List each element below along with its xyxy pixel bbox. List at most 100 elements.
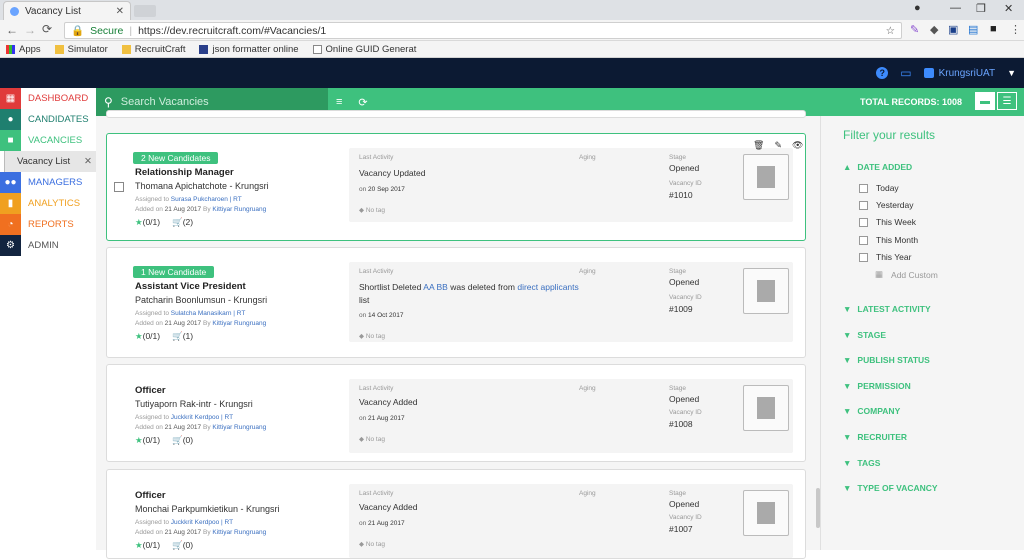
- forward-icon[interactable]: →: [24, 23, 36, 37]
- page-icon: [312, 44, 322, 54]
- nav-reports[interactable]: ◔ REPORTS: [0, 214, 96, 235]
- nav-managers[interactable]: ●● MANAGERS: [0, 172, 96, 193]
- vacancy-title[interactable]: Assistant Vice President: [135, 281, 246, 292]
- creator-link[interactable]: Kittiyar Rungruang: [212, 529, 266, 536]
- star-stat[interactable]: ★(0/1): [135, 540, 160, 551]
- vacancy-title[interactable]: Officer: [135, 490, 166, 501]
- extension-dark-icon[interactable]: ■: [990, 23, 997, 35]
- vacancy-title[interactable]: Officer: [135, 385, 166, 396]
- filter-section[interactable]: ▼ TAGS: [843, 458, 880, 468]
- url-field[interactable]: 🔒 Secure | https://dev.recruitcraft.com/…: [64, 22, 902, 39]
- star-stat[interactable]: ★(0/1): [135, 217, 160, 228]
- vacancy-card[interactable]: 1 New Candidate Assistant Vice President…: [106, 247, 806, 358]
- maximize-icon[interactable]: ❐: [976, 2, 986, 15]
- filter-section[interactable]: ▼ LATEST ACTIVITY: [843, 304, 931, 314]
- stage-label: Stage: [669, 490, 686, 497]
- filter-option[interactable]: This Week: [859, 217, 916, 227]
- chat-icon[interactable]: ▭: [900, 66, 911, 80]
- cart-stat[interactable]: 🛒(0): [172, 540, 193, 551]
- new-tab-button[interactable]: [134, 5, 156, 17]
- filter-date-added[interactable]: ▲ DATE ADDED: [843, 162, 912, 172]
- bookmark-json-formatter[interactable]: json formatter online: [199, 44, 299, 55]
- creator-link[interactable]: Kittiyar Rungruang: [212, 206, 266, 213]
- bookmark-recruitcraft[interactable]: RecruitCraft: [121, 44, 185, 55]
- star-stat[interactable]: ★(0/1): [135, 331, 160, 342]
- vacancy-card[interactable]: Officer Tutiyaporn Rak-intr - Krungsri A…: [106, 364, 806, 462]
- filter-option[interactable]: Today: [859, 183, 899, 193]
- nav-vacancy-list[interactable]: Vacancy List ✕: [4, 151, 96, 172]
- filter-section[interactable]: ▼ COMPANY: [843, 406, 900, 416]
- filter-section[interactable]: ▼ STAGE: [843, 330, 886, 340]
- select-checkbox[interactable]: [114, 182, 124, 192]
- nav-dashboard[interactable]: ▦ DASHBOARD: [0, 88, 96, 109]
- bookmark-label: Online GUID Generat: [325, 43, 417, 55]
- tag-icon: ◆: [359, 333, 364, 340]
- creator-link[interactable]: Kittiyar Rungruang: [212, 320, 266, 327]
- add-custom[interactable]: ▦ Add Custom: [875, 269, 938, 280]
- card-view-icon[interactable]: ▬: [975, 92, 995, 110]
- view-eye-icon[interactable]: 👁: [792, 140, 803, 151]
- bookmark-star-icon[interactable]: ☆: [886, 25, 895, 37]
- vacancy-card[interactable]: 2 New Candidates Relationship Manager Th…: [106, 133, 806, 241]
- extension-shield-icon[interactable]: ◆: [930, 23, 938, 36]
- cart-stat[interactable]: 🛒(0): [172, 435, 193, 446]
- tag-line[interactable]: ◆ No tag: [359, 540, 385, 548]
- close-icon[interactable]: ✕: [84, 156, 92, 167]
- bookmark-apps[interactable]: Apps: [6, 44, 41, 55]
- trash-icon[interactable]: 🗑: [753, 140, 764, 151]
- vacancy-title[interactable]: Relationship Manager: [135, 167, 234, 178]
- help-icon[interactable]: ?: [876, 67, 889, 79]
- assignee-link[interactable]: Surasa Pukcharoen | RT: [171, 196, 242, 203]
- extension-box-icon[interactable]: ▤: [968, 23, 978, 36]
- checkbox[interactable]: [859, 200, 868, 210]
- browser-tab[interactable]: Vacancy List ✕: [3, 1, 131, 20]
- edit-icon[interactable]: ✎: [774, 140, 782, 151]
- checkbox[interactable]: [859, 235, 868, 245]
- close-window-icon[interactable]: ✕: [1004, 2, 1013, 15]
- bookmark-guid[interactable]: Online GUID Generat: [312, 43, 417, 55]
- filter-option[interactable]: Yesterday: [859, 200, 914, 210]
- list-view-icon[interactable]: ☰: [997, 92, 1017, 110]
- cart-stat[interactable]: 🛒(1): [172, 331, 193, 342]
- minimize-icon[interactable]: —: [950, 2, 961, 14]
- tag-line[interactable]: ◆ No tag: [359, 435, 385, 443]
- assignee-link[interactable]: Juckkrit Kerdpoo | RT: [171, 519, 233, 526]
- filter-section[interactable]: ▼ RECRUITER: [843, 432, 907, 442]
- filter-section[interactable]: ▼ PUBLISH STATUS: [843, 355, 930, 365]
- checkbox[interactable]: [859, 217, 868, 227]
- nav-admin[interactable]: ⚙ ADMIN: [0, 235, 96, 256]
- assignee-link[interactable]: Sulatcha Manasikarn | RT: [171, 310, 246, 317]
- candidate-link[interactable]: AA BB: [423, 282, 448, 292]
- user-menu[interactable]: KrungsriUAT: [923, 68, 995, 79]
- chevron-down-icon: ▼: [843, 406, 852, 416]
- extension-pen-icon[interactable]: ✎: [910, 23, 919, 36]
- back-icon[interactable]: ←: [6, 23, 18, 37]
- nav-label: ANALYTICS: [28, 198, 81, 209]
- star-stat[interactable]: ★(0/1): [135, 435, 160, 446]
- refresh-icon[interactable]: ⟳: [358, 96, 367, 109]
- filter-option[interactable]: This Month: [859, 235, 918, 245]
- close-tab-icon[interactable]: ✕: [116, 6, 124, 17]
- filter-option[interactable]: This Year: [859, 252, 911, 262]
- sort-icon[interactable]: ≡: [336, 96, 342, 108]
- vacancy-card[interactable]: Officer Monchai Parkpumkietikun - Krungs…: [106, 469, 806, 559]
- profile-icon[interactable]: ●: [914, 2, 921, 14]
- extension-image-icon[interactable]: ▣: [948, 23, 958, 36]
- tag-line[interactable]: ◆ No tag: [359, 332, 385, 340]
- checkbox[interactable]: [859, 252, 868, 262]
- reload-icon[interactable]: ⟳: [42, 22, 52, 36]
- nav-candidates[interactable]: ● CANDIDATES: [0, 109, 96, 130]
- nav-vacancies[interactable]: ■ VACANCIES: [0, 130, 96, 151]
- creator-link[interactable]: Kittiyar Rungruang: [212, 424, 266, 431]
- checkbox[interactable]: [859, 183, 868, 193]
- filter-section[interactable]: ▼ PERMISSION: [843, 381, 911, 391]
- filter-section[interactable]: ▼ TYPE OF VACANCY: [843, 483, 938, 493]
- bookmark-simulator[interactable]: Simulator: [54, 44, 108, 55]
- tag-line[interactable]: ◆ No tag: [359, 206, 385, 214]
- assignee-link[interactable]: Juckkrit Kerdpoo | RT: [171, 414, 233, 421]
- chevron-down-icon[interactable]: ▼: [1007, 68, 1016, 78]
- list-link[interactable]: direct applicants: [517, 282, 578, 292]
- nav-analytics[interactable]: ▮ ANALYTICS: [0, 193, 96, 214]
- chrome-menu-icon[interactable]: ⋮: [1010, 23, 1021, 36]
- cart-stat[interactable]: 🛒(2): [172, 217, 193, 228]
